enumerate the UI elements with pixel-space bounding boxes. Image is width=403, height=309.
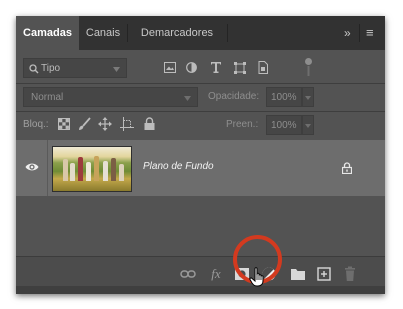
artboard-icon[interactable]: [120, 117, 134, 131]
tab-layers[interactable]: Camadas: [16, 16, 79, 50]
new-layer-icon[interactable]: [316, 266, 332, 282]
tab-channels[interactable]: Canais: [79, 16, 127, 50]
delete-layer-icon[interactable]: [342, 266, 358, 282]
blend-row: Normal Opacidade: 100%: [16, 86, 385, 108]
panel-bottom-strip: [16, 286, 385, 294]
type-filter-icon[interactable]: [211, 62, 221, 73]
opacity-dropdown[interactable]: [302, 87, 314, 107]
new-group-icon[interactable]: [290, 266, 306, 282]
lock-row: Bloq.: Preen.: 100%: [16, 114, 385, 136]
fill-label: Preen.:: [226, 119, 259, 130]
layer-lock-icon[interactable]: [342, 162, 352, 174]
smart-object-filter-icon[interactable]: [258, 61, 268, 74]
chevron-down-icon: [184, 96, 191, 101]
move-icon[interactable]: [98, 117, 112, 131]
panel-menu-icon[interactable]: ≡: [366, 16, 374, 50]
filter-kind-select[interactable]: Tipo: [23, 58, 127, 78]
divider: [16, 83, 385, 84]
fill-input[interactable]: 100%: [266, 115, 302, 135]
panel-tab-bar: Camadas Canais Demarcadores » ≡: [16, 16, 385, 50]
blend-mode-value: Normal: [31, 92, 64, 103]
divider: [47, 140, 48, 196]
filter-row: Tipo: [16, 56, 385, 80]
hand-pointer-icon: [249, 267, 264, 287]
filter-kind-label: Tipo: [41, 63, 61, 74]
lock-transparent-pixels-icon[interactable]: [58, 118, 70, 130]
layers-panel: Camadas Canais Demarcadores » ≡ Tipo Nor…: [16, 16, 385, 294]
chevron-down-icon: [305, 96, 311, 100]
panel-menu-separator: [359, 24, 360, 42]
layer-row[interactable]: Plano de Fundo: [16, 140, 385, 196]
filter-toggle-icon[interactable]: [304, 57, 313, 77]
chevron-down-icon: [305, 124, 311, 128]
opacity-value: 100%: [271, 92, 297, 103]
shape-filter-icon[interactable]: [234, 62, 246, 74]
fill-dropdown[interactable]: [302, 115, 314, 135]
adjustment-filter-icon[interactable]: [186, 62, 197, 73]
layer-thumbnail[interactable]: [52, 146, 132, 192]
chevron-down-icon: [113, 67, 120, 72]
lock-label: Bloq.:: [23, 119, 49, 130]
layer-name[interactable]: Plano de Fundo: [143, 161, 214, 172]
collapse-panel-icon[interactable]: »: [344, 16, 351, 50]
blend-mode-select[interactable]: Normal: [23, 87, 198, 107]
image-filter-icon[interactable]: [164, 62, 176, 73]
tab-separator: [227, 24, 228, 42]
tab-separator: [127, 24, 128, 42]
tab-paths[interactable]: Demarcadores: [127, 16, 227, 50]
opacity-label: Opacidade:: [208, 91, 260, 102]
link-layers-icon[interactable]: [180, 266, 196, 282]
eye-icon[interactable]: [25, 160, 39, 174]
search-icon: [29, 64, 39, 74]
lock-all-icon[interactable]: [144, 117, 155, 130]
opacity-input[interactable]: 100%: [266, 87, 302, 107]
brush-icon[interactable]: [78, 117, 91, 131]
fill-value: 100%: [271, 120, 297, 131]
divider: [16, 111, 385, 112]
fx-icon[interactable]: fx: [208, 266, 224, 282]
